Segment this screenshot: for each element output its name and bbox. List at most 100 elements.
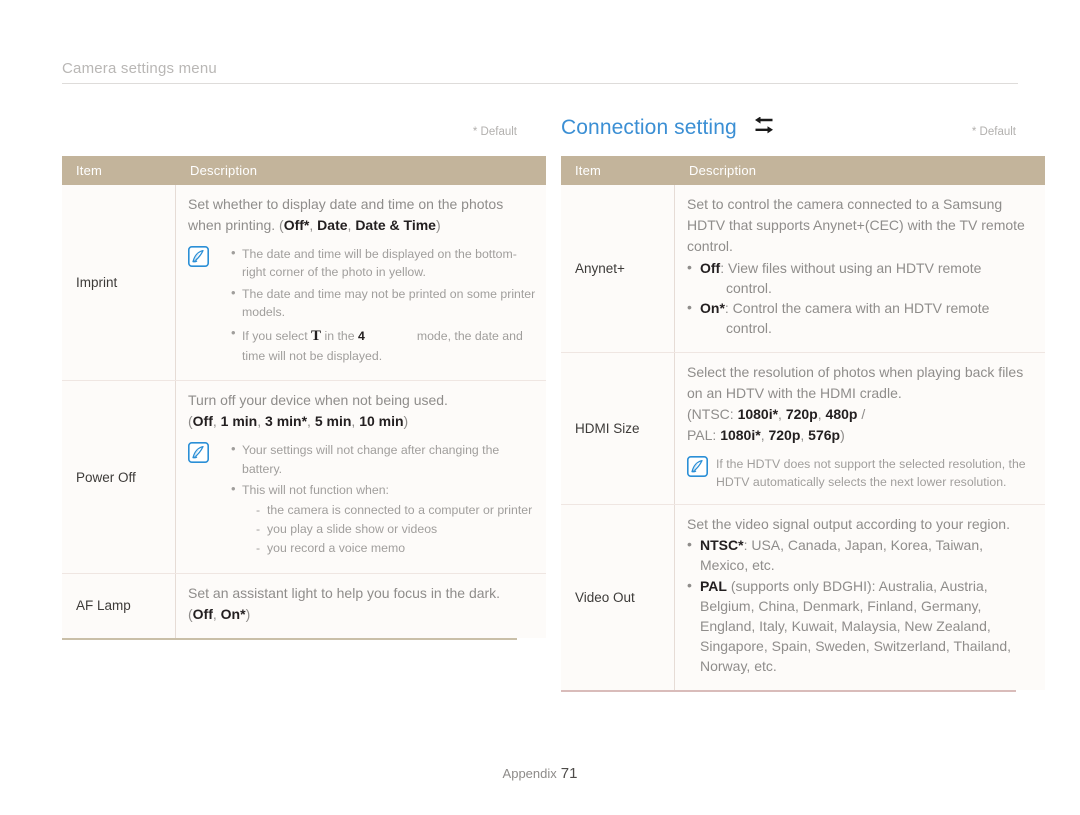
imprint-note3-pre: If you select bbox=[242, 328, 312, 343]
aflamp-option-off: Off bbox=[192, 605, 213, 622]
anynet-on-hang: control. bbox=[726, 320, 772, 337]
row-description-af-lamp: Set an assistant light to help you focus… bbox=[175, 573, 546, 638]
footer-label: Appendix bbox=[502, 766, 557, 781]
pal-576p: 576p bbox=[808, 426, 841, 443]
imprint-note-body: The date and time will be displayed on t… bbox=[217, 243, 536, 369]
row-item-hdmi-size: HDMI Size bbox=[561, 352, 675, 505]
poweroff-sub-1: the camera is connected to a computer or… bbox=[256, 501, 536, 520]
anynet-lead-2: HDTV that supports Anynet+(CEC) with the… bbox=[687, 216, 1025, 233]
poweroff-note-2-text: This will not function when: bbox=[242, 483, 389, 498]
aflamp-option-on: On* bbox=[220, 605, 246, 622]
sep: , bbox=[800, 426, 809, 443]
section-title-text: Connection setting bbox=[561, 116, 737, 139]
ntsc-1080i: 1080i* bbox=[737, 405, 779, 422]
page-header: Camera settings menu bbox=[62, 60, 1018, 84]
videoout-lead-1: Set the video signal output according to… bbox=[687, 515, 1010, 532]
right-column: Connection setting * Default Item Descri… bbox=[561, 116, 1045, 692]
pal-post: ) bbox=[840, 426, 845, 443]
hdmi-lead-1: Select the resolution of photos when pla… bbox=[687, 364, 1024, 381]
hdmi-note-block: If the HDTV does not support the selecte… bbox=[687, 455, 1035, 492]
imprint-option-date: Date bbox=[317, 216, 348, 233]
pal-1080i: 1080i* bbox=[720, 426, 761, 443]
tele-glyph-icon: T bbox=[311, 327, 322, 344]
post: ) bbox=[245, 605, 251, 622]
imprint-note-1: The date and time will be displayed on t… bbox=[231, 243, 536, 282]
imprint-note-3: If you select T in the 4mode, the date a… bbox=[231, 323, 536, 366]
footer-page-number: 71 bbox=[560, 765, 578, 782]
row-description-anynet: Set to control the camera connected to a… bbox=[674, 185, 1045, 354]
pen-note-icon bbox=[687, 455, 708, 477]
videoout-ntsc-label: NTSC* bbox=[700, 537, 744, 554]
poweroff-note-2: This will not function when: the camera … bbox=[231, 479, 536, 558]
poweroff-lead-line-1: Turn off your device when not being used… bbox=[188, 392, 448, 409]
ntsc-480p: 480p bbox=[825, 405, 858, 422]
sep: , bbox=[817, 405, 826, 422]
poweroff-option-10min: 10 min bbox=[359, 413, 404, 430]
header-divider bbox=[62, 83, 1018, 84]
post: ) bbox=[403, 413, 409, 430]
pen-note-icon bbox=[188, 442, 209, 464]
row-description-imprint: Set whether to display date and time on … bbox=[175, 185, 546, 382]
row-item-anynet: Anynet+ bbox=[561, 185, 675, 354]
hdmi-ntsc-line: (NTSC: 1080i*, 720p, 480p / bbox=[687, 405, 1035, 425]
imprint-note3-mid: in the bbox=[321, 328, 358, 343]
sep: , bbox=[307, 413, 315, 430]
imprint-note-2: The date and time may not be printed on … bbox=[231, 283, 536, 322]
imprint-option-date-time: Date & Time bbox=[355, 216, 436, 233]
videoout-bullet-ntsc: NTSC*: USA, Canada, Japan, Korea, Taiwan… bbox=[687, 535, 1035, 576]
row-item-power-off: Power Off bbox=[62, 380, 176, 574]
anynet-on-text: : Control the camera with an HDTV remote bbox=[724, 300, 990, 317]
anynet-bullet-on: On*: Control the camera with an HDTV rem… bbox=[687, 298, 1035, 339]
poweroff-sub-3: you record a voice memo bbox=[256, 539, 536, 558]
poweroff-lead-line-2: (Off, 1 min, 3 min*, 5 min, 10 min) bbox=[188, 412, 536, 432]
hdmi-note-text: If the HDTV does not support the selecte… bbox=[716, 456, 1026, 490]
hdmi-pal-line: PAL: 1080i*, 720p, 576p) bbox=[687, 426, 1035, 446]
videoout-pal-label: PAL bbox=[700, 578, 727, 595]
poweroff-option-5min: 5 min bbox=[314, 413, 352, 430]
connection-settings-table: Item Description Anynet+ Set to control … bbox=[561, 156, 1045, 690]
section-title-connection-setting: Connection setting bbox=[561, 116, 775, 143]
videoout-bullet-pal: PAL (supports only BDGHI): Australia, Au… bbox=[687, 576, 1035, 676]
right-column-header: Connection setting * Default bbox=[561, 116, 1016, 156]
page-footer: Appendix 71 bbox=[0, 765, 1080, 782]
anynet-off-text: : View files without using an HDTV remot… bbox=[720, 259, 982, 276]
imprint-note-block: The date and time will be displayed on t… bbox=[188, 243, 536, 369]
pal-720p: 720p bbox=[768, 426, 801, 443]
poweroff-option-off: Off bbox=[192, 413, 213, 430]
camera-settings-table: Item Description Imprint Set whether to … bbox=[62, 156, 546, 638]
bidirectional-arrows-icon bbox=[753, 116, 775, 143]
row-item-video-out: Video Out bbox=[561, 504, 675, 690]
pal-pre: PAL: bbox=[687, 426, 721, 443]
anynet-off-label: Off bbox=[700, 259, 721, 276]
table-row: Imprint Set whether to display date and … bbox=[62, 185, 546, 382]
table-header-row: Item Description bbox=[62, 156, 546, 185]
left-default-note: * Default bbox=[472, 126, 517, 138]
ntsc-720p: 720p bbox=[785, 405, 818, 422]
pen-note-icon bbox=[188, 245, 209, 267]
table-row: Power Off Turn off your device when not … bbox=[62, 380, 546, 574]
imprint-lead-line-1: Set whether to display date and time on … bbox=[188, 196, 504, 212]
row-description-hdmi-size: Select the resolution of photos when pla… bbox=[674, 352, 1045, 505]
left-table-bottom-border bbox=[62, 637, 517, 640]
aflamp-lead-line-2: (Off, On*) bbox=[188, 605, 536, 625]
table-row: Video Out Set the video signal output ac… bbox=[561, 504, 1045, 690]
sep: , bbox=[212, 605, 221, 622]
row-item-imprint: Imprint bbox=[62, 185, 176, 382]
table-row: HDMI Size Select the resolution of photo… bbox=[561, 352, 1045, 505]
poweroff-note-1: Your settings will not change after chan… bbox=[231, 439, 536, 478]
imprint-lead-line-2: when printing. (Off*, Date, Date & Time) bbox=[188, 216, 536, 236]
anynet-lead-1: Set to control the camera connected to a… bbox=[687, 196, 1003, 212]
row-item-af-lamp: AF Lamp bbox=[62, 573, 176, 638]
table-row: Anynet+ Set to control the camera connec… bbox=[561, 185, 1045, 354]
imprint-lead2-post: ) bbox=[435, 216, 441, 233]
imprint-option-off: Off* bbox=[283, 216, 310, 233]
right-table-bottom-border bbox=[561, 689, 1016, 692]
anynet-off-hang: control. bbox=[726, 279, 772, 296]
videoout-pal-text: (supports only BDGHI): Australia, Austri… bbox=[700, 578, 1012, 674]
sep: , bbox=[309, 216, 318, 233]
aflamp-lead-line-1: Set an assistant light to help you focus… bbox=[188, 584, 501, 601]
poweroff-sub-2: you play a slide show or videos bbox=[256, 520, 536, 539]
sep: , bbox=[257, 413, 266, 430]
column-header-description: Description bbox=[175, 156, 546, 185]
anynet-lead-3: control. bbox=[687, 237, 733, 254]
